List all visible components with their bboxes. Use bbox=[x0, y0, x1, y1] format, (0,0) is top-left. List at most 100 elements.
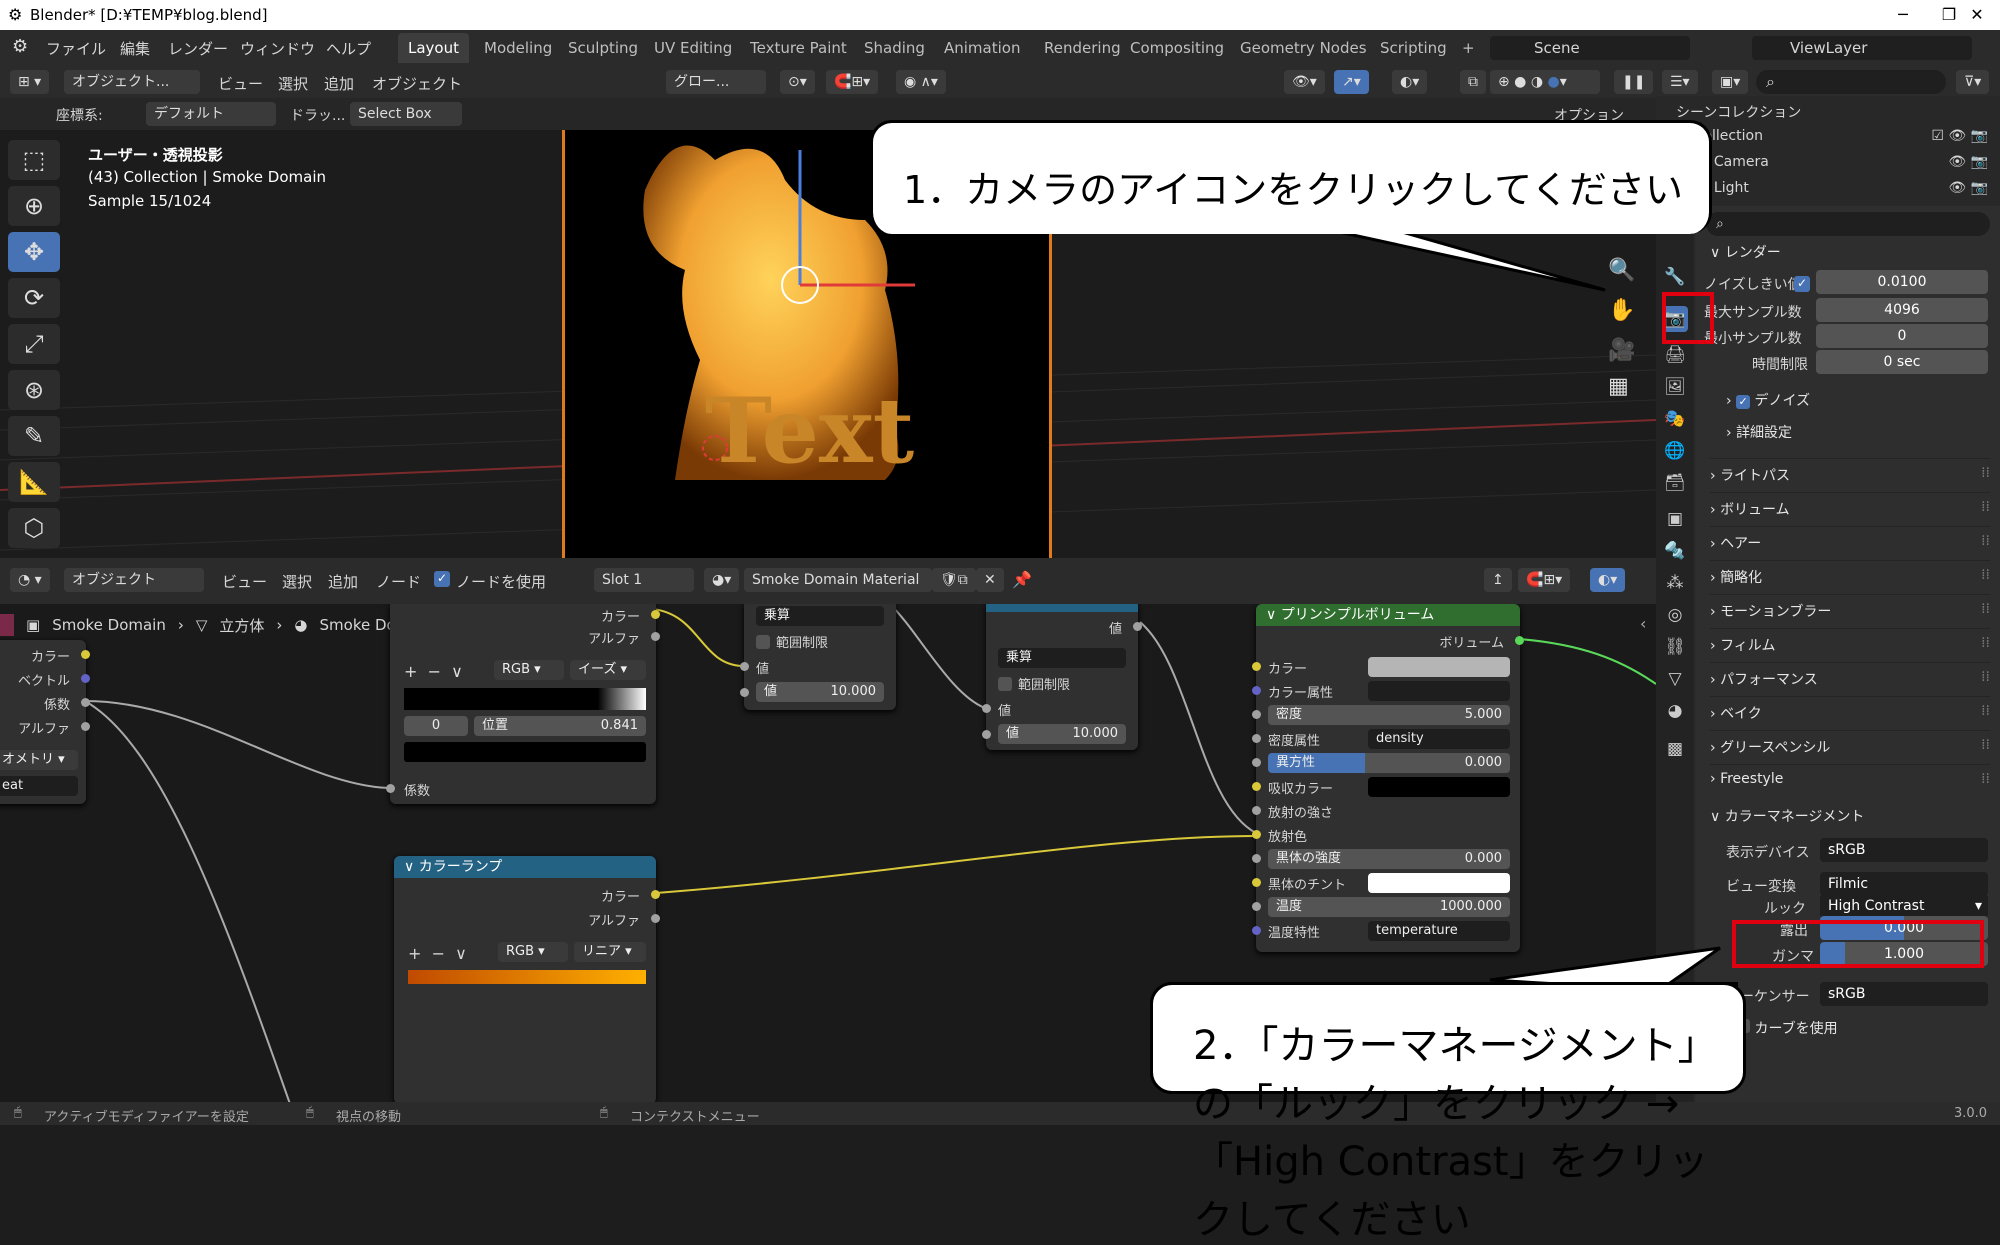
outliner-search-field[interactable]: ⌕ bbox=[1756, 70, 1946, 94]
attr-type-dropdown[interactable]: オメトリ ▾ bbox=[0, 750, 78, 770]
filter-icon[interactable]: ⊽▾ bbox=[1956, 70, 1990, 94]
physics-tab-icon[interactable]: ◎ bbox=[1662, 602, 1688, 628]
material-tab-icon[interactable]: ◕ bbox=[1662, 698, 1688, 724]
pvol-row[interactable]: 黒体の強度 0.000 bbox=[1252, 848, 1520, 870]
section-collapsed[interactable]: › 簡略化 ⁞⁞ bbox=[1710, 560, 1990, 588]
view-layer-tab-icon[interactable]: 🖼 bbox=[1662, 374, 1688, 400]
drag-label[interactable]: ドラッ... bbox=[290, 105, 345, 125]
display-device-dropdown[interactable]: sRGB bbox=[1820, 838, 1988, 862]
tab-uv-editing[interactable]: UV Editing bbox=[644, 33, 742, 63]
pvol-value-field[interactable]: 温度 1000.000 bbox=[1268, 897, 1510, 917]
node-editor-type-button[interactable]: ◔ ▾ bbox=[10, 568, 50, 592]
attr-name-field[interactable]: eat bbox=[0, 776, 78, 796]
node-menu-node[interactable]: ノード bbox=[376, 571, 421, 592]
drag-handle-icon[interactable]: ⁞⁞ bbox=[1981, 465, 1990, 481]
tab-compositing[interactable]: Compositing bbox=[1120, 33, 1234, 63]
max-samples-field[interactable]: 4096 bbox=[1816, 298, 1988, 322]
socket-input[interactable] bbox=[1252, 830, 1261, 839]
world-tab-icon[interactable]: 🌐 bbox=[1662, 438, 1688, 464]
add-workspace-button[interactable]: + bbox=[1452, 33, 1485, 63]
transform-tool-icon[interactable]: ⊛ bbox=[8, 370, 60, 410]
socket-fac-in[interactable] bbox=[386, 784, 395, 793]
pvol-row[interactable]: カラー属性 bbox=[1252, 680, 1520, 702]
properties-search-field[interactable]: ⌕ bbox=[1706, 212, 1990, 236]
outliner-editor-type[interactable]: ☰▾ bbox=[1662, 70, 1698, 94]
ramp1-interp-dropdown[interactable]: イーズ ▾ bbox=[570, 660, 646, 680]
socket-input[interactable] bbox=[1252, 902, 1261, 911]
color-ramp-node-1[interactable]: カラー アルファ + − ∨ RGB ▾ イーズ ▾ 0 位置 0.841 係数 bbox=[386, 604, 660, 804]
cursor-tool-icon[interactable]: ⊕ bbox=[8, 186, 60, 226]
ramp1-gradient[interactable] bbox=[404, 688, 646, 710]
pvol-input-field[interactable] bbox=[1368, 873, 1510, 893]
menu-render[interactable]: レンダー bbox=[168, 38, 228, 59]
menu-edit[interactable]: 編集 bbox=[120, 38, 150, 59]
socket-input[interactable] bbox=[1252, 854, 1261, 863]
material-browse-button[interactable]: ◕▾ bbox=[704, 568, 740, 592]
move-tool-icon[interactable]: ✥ bbox=[8, 232, 60, 272]
tab-scripting[interactable]: Scripting bbox=[1370, 33, 1457, 63]
section-render[interactable]: ∨ レンダー bbox=[1710, 242, 1781, 262]
section-collapsed[interactable]: › Freestyle ⁞⁞ bbox=[1710, 764, 1990, 792]
node-mode-dropdown[interactable]: オブジェクト bbox=[64, 568, 204, 592]
outliner-item-camera[interactable]: 📷 Camera👁 📷 bbox=[1692, 154, 1996, 170]
socket-value-in2[interactable] bbox=[740, 688, 749, 697]
noise-threshold-checkbox[interactable]: ✓ bbox=[1794, 276, 1810, 292]
socket-color[interactable] bbox=[81, 650, 90, 659]
editor-type-button[interactable]: ⊞ ▾ bbox=[10, 70, 50, 94]
collection-tab-icon[interactable]: 🗃 bbox=[1662, 470, 1688, 496]
math-node-1[interactable]: 乗算 範囲制限 値 値 10.000 bbox=[740, 604, 896, 710]
pvol-input-field[interactable] bbox=[1368, 777, 1510, 797]
zoom-icon[interactable]: 🔍 bbox=[1608, 258, 1635, 283]
particles-tab-icon[interactable]: ⁂ bbox=[1662, 570, 1688, 596]
pause-render-button[interactable]: ❚❚ bbox=[1614, 70, 1654, 94]
menu-select[interactable]: 選択 bbox=[278, 73, 308, 94]
section-collapsed[interactable]: › モーションブラー ⁞⁞ bbox=[1710, 594, 1990, 622]
ramp1-controls[interactable]: + − ∨ bbox=[404, 662, 463, 681]
socket-input[interactable] bbox=[1252, 758, 1261, 767]
select-box-dropdown[interactable]: Select Box bbox=[350, 102, 462, 126]
material-name-field[interactable]: Smoke Domain Material bbox=[744, 568, 932, 592]
noise-threshold-field[interactable]: 0.0100 bbox=[1816, 270, 1988, 294]
pvol-row[interactable]: 温度特性 temperature bbox=[1252, 920, 1520, 942]
pivot-button[interactable]: ⊙▾ bbox=[780, 70, 815, 94]
drag-handle-icon[interactable]: ⁞⁞ bbox=[1981, 669, 1990, 685]
slot-dropdown[interactable]: Slot 1 bbox=[594, 568, 694, 592]
sequencer-dropdown[interactable]: sRGB bbox=[1820, 982, 1988, 1006]
tab-animation[interactable]: Animation bbox=[934, 33, 1030, 63]
ramp1-mode-dropdown[interactable]: RGB ▾ bbox=[494, 660, 564, 680]
pvol-row[interactable]: 放射色 bbox=[1252, 824, 1520, 846]
mode-dropdown[interactable]: オブジェクト... bbox=[64, 70, 200, 94]
pvol-input-field[interactable]: density bbox=[1368, 729, 1510, 749]
pin-icon[interactable]: 📌 bbox=[1012, 570, 1032, 589]
pvol-row[interactable]: 吸収カラー bbox=[1252, 776, 1520, 798]
socket-value-in[interactable] bbox=[982, 704, 991, 713]
menu-view[interactable]: ビュー bbox=[218, 73, 263, 94]
viewlayer-selector[interactable]: ViewLayer bbox=[1752, 36, 1972, 60]
section-collapsed[interactable]: › ライトパス ⁞⁞ bbox=[1710, 458, 1990, 486]
menu-file[interactable]: ファイル bbox=[46, 38, 106, 59]
socket-alpha[interactable] bbox=[81, 722, 90, 731]
pvol-input-field[interactable] bbox=[1368, 657, 1510, 677]
drag-handle-icon[interactable]: ⁞⁞ bbox=[1981, 499, 1990, 515]
socket-alpha[interactable] bbox=[651, 914, 660, 923]
math2-clamp[interactable]: 範囲制限 bbox=[998, 674, 1070, 693]
use-nodes-checkbox[interactable]: ✓ bbox=[434, 571, 450, 587]
scale-tool-icon[interactable]: ⤢ bbox=[8, 324, 60, 364]
menu-help[interactable]: ヘルプ bbox=[326, 38, 371, 59]
ramp1-index-field[interactable]: 0 bbox=[404, 716, 468, 736]
modifier-tab-icon[interactable]: 🔩 bbox=[1662, 538, 1688, 564]
socket-color[interactable] bbox=[651, 610, 660, 619]
menu-object[interactable]: オブジェクト bbox=[372, 73, 462, 94]
tab-modeling[interactable]: Modeling bbox=[474, 33, 562, 63]
tab-rendering[interactable]: Rendering bbox=[1034, 33, 1131, 63]
math1-clamp[interactable]: 範囲制限 bbox=[756, 632, 828, 651]
pvol-row[interactable]: 温度 1000.000 bbox=[1252, 896, 1520, 918]
close-button[interactable]: ✕ bbox=[1954, 2, 2000, 28]
outliner-item-light[interactable]: 💡 Light👁 📷 bbox=[1692, 180, 1996, 196]
drag-handle-icon[interactable]: ⁞⁞ bbox=[1981, 567, 1990, 583]
math2-clamp-checkbox[interactable] bbox=[998, 676, 1012, 691]
socket-value-in2[interactable] bbox=[982, 730, 991, 739]
min-samples-field[interactable]: 0 bbox=[1816, 324, 1988, 348]
socket-color[interactable] bbox=[651, 890, 660, 899]
visibility-icons[interactable]: 👁 📷 bbox=[1948, 154, 1996, 170]
